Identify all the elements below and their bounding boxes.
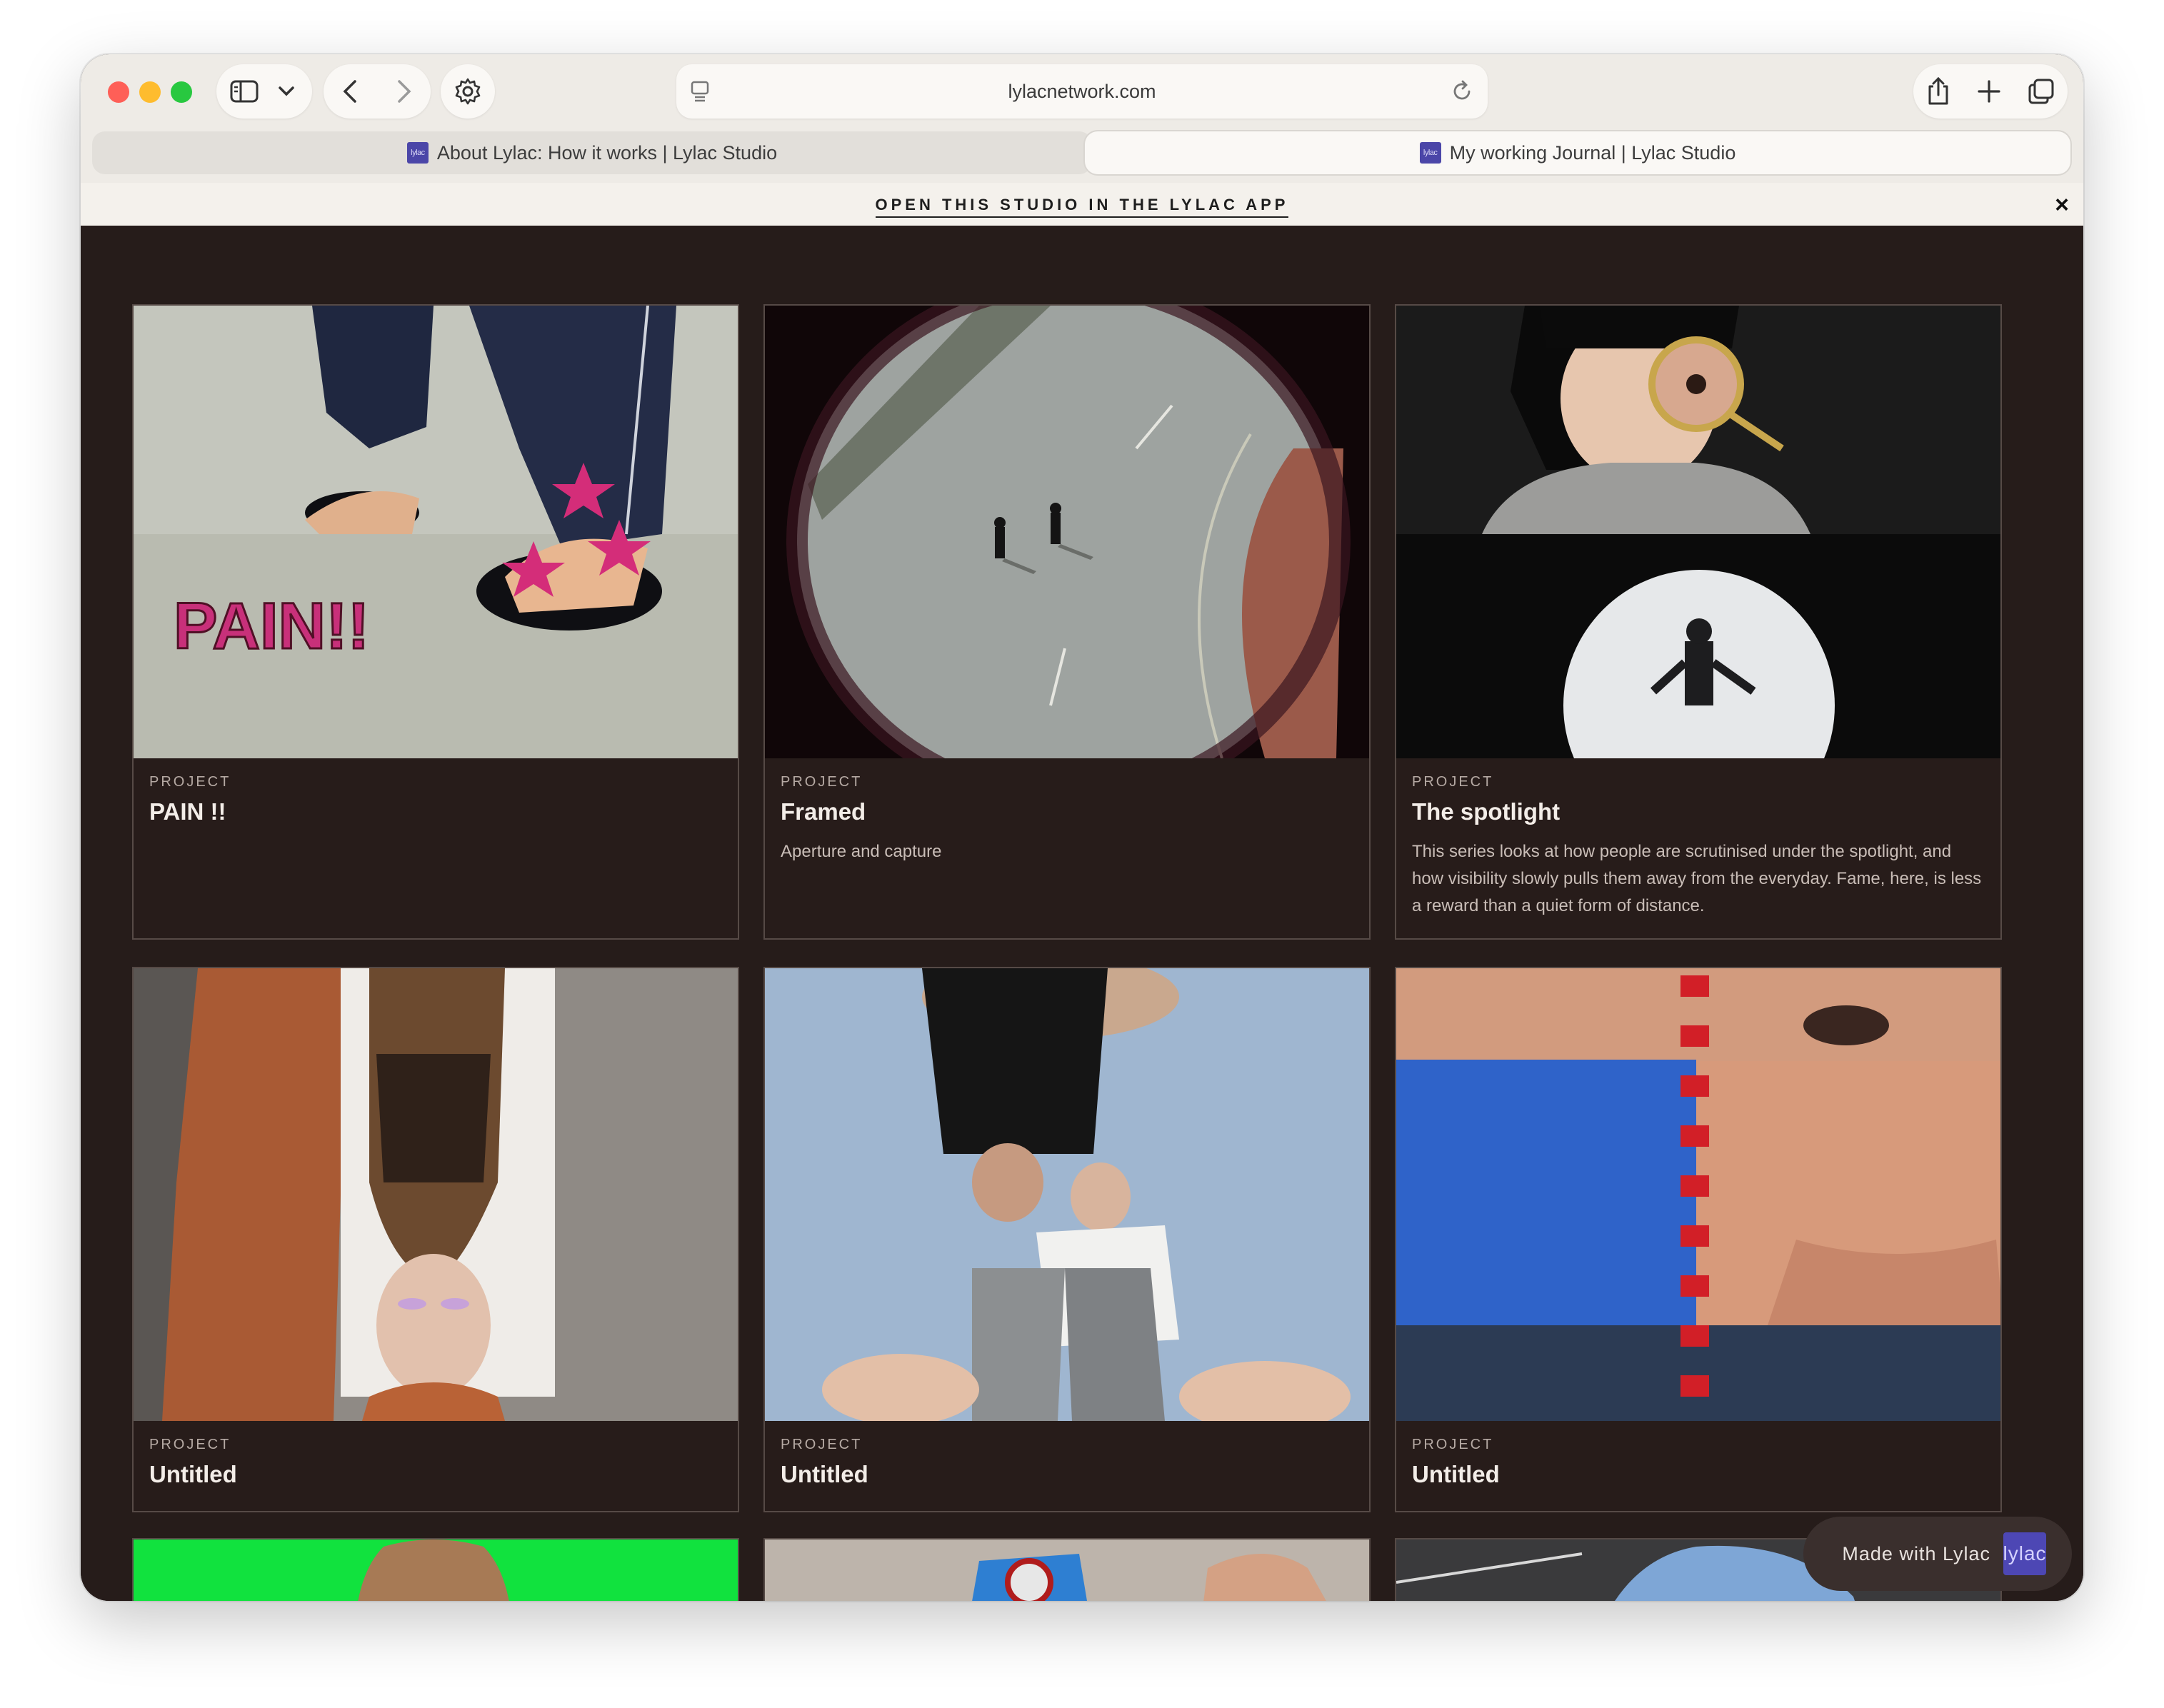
made-with-lylac-badge[interactable]: Made with Lylac lylac (1803, 1517, 2072, 1591)
address-bar[interactable]: lylacnetwork.com (676, 64, 1488, 119)
project-description: Aperture and capture (781, 842, 942, 861)
project-title: Untitled (781, 1461, 868, 1487)
pain-image-text: PAIN!! (174, 590, 369, 663)
project-card-untitled-1[interactable]: PROJECT Untitled (132, 967, 739, 1512)
project-card-partial-1[interactable] (132, 1538, 739, 1601)
project-card-untitled-2[interactable]: PROJECT Untitled (763, 967, 1371, 1512)
lylac-favicon-icon: lylac (406, 142, 429, 164)
chevron-down-icon[interactable] (274, 84, 299, 99)
project-card-framed[interactable]: PROJECT Framed Aperture and capture (763, 304, 1371, 940)
nav-buttons (324, 64, 431, 119)
toolbar-actions (1913, 64, 2068, 119)
zoom-window-button[interactable] (171, 81, 192, 103)
tab-label: My working Journal | Lylac Studio (1449, 141, 1736, 164)
browser-window: lylacnetwork.com lylac About Lylac: How … (81, 54, 2083, 1601)
project-type-label: PROJECT (781, 774, 863, 790)
forward-button[interactable] (391, 79, 415, 104)
tab-working-journal[interactable]: lylac My working Journal | Lylac Studio (1085, 131, 2070, 174)
made-with-text: Made with Lylac (1842, 1542, 1990, 1564)
close-window-button[interactable] (108, 81, 129, 103)
close-banner-button[interactable]: × (2055, 191, 2069, 219)
project-image (765, 968, 1369, 1421)
project-card-spotlight[interactable]: PROJECT The spotlight This series looks … (1395, 304, 2002, 940)
project-card-untitled-3[interactable]: PROJECT Untitled (1395, 967, 2002, 1512)
lylac-favicon-icon: lylac (1419, 142, 1441, 164)
project-image (765, 306, 1369, 758)
project-image (1396, 968, 2000, 1421)
tab-label: About Lylac: How it works | Lylac Studio (436, 141, 778, 164)
open-in-app-link[interactable]: OPEN THIS STUDIO IN THE LYLAC APP (875, 196, 1289, 218)
sidebar-toggle-button[interactable] (216, 64, 312, 119)
project-title: Framed (781, 798, 866, 825)
project-image (134, 1539, 738, 1601)
window-controls (108, 81, 192, 104)
project-description: This series looks at how people are scru… (1412, 842, 1982, 915)
share-icon[interactable] (1925, 76, 1951, 106)
project-card-partial-2[interactable] (763, 1538, 1371, 1601)
browser-chrome: lylacnetwork.com lylac About Lylac: How … (81, 54, 2083, 226)
settings-button[interactable] (441, 64, 495, 119)
back-button[interactable] (339, 79, 364, 104)
project-title: Untitled (149, 1461, 237, 1487)
project-type-label: PROJECT (149, 774, 231, 790)
project-type-label: PROJECT (149, 1437, 231, 1452)
tab-about-lylac[interactable]: lylac About Lylac: How it works | Lylac … (92, 131, 1092, 174)
sidebar-icon (230, 80, 259, 103)
project-image: PAIN!! (134, 306, 738, 758)
lylac-logo-icon: lylac (2003, 1532, 2046, 1575)
project-type-label: PROJECT (1412, 1437, 1494, 1452)
project-type-label: PROJECT (1412, 774, 1494, 790)
project-image (765, 1539, 1369, 1601)
new-tab-icon[interactable] (1976, 79, 2002, 104)
project-image (134, 968, 738, 1421)
project-card-pain[interactable]: PAIN!! PROJECT PAIN !! (132, 304, 739, 940)
project-type-label: PROJECT (781, 1437, 863, 1452)
reload-icon[interactable] (1449, 79, 1475, 104)
project-title: Untitled (1412, 1461, 1500, 1487)
url-text: lylacnetwork.com (1008, 81, 1156, 102)
open-in-app-banner: OPEN THIS STUDIO IN THE LYLAC APP × (81, 183, 2083, 226)
project-title: PAIN !! (149, 798, 226, 825)
project-title: The spotlight (1412, 798, 1561, 825)
project-image (1396, 306, 2000, 758)
gear-icon (455, 78, 481, 105)
tab-overview-icon[interactable] (2027, 77, 2055, 106)
minimize-window-button[interactable] (139, 81, 161, 103)
project-grid: PAIN!! PROJECT PAIN !! PROJECT Framed Ap… (81, 226, 2083, 1601)
